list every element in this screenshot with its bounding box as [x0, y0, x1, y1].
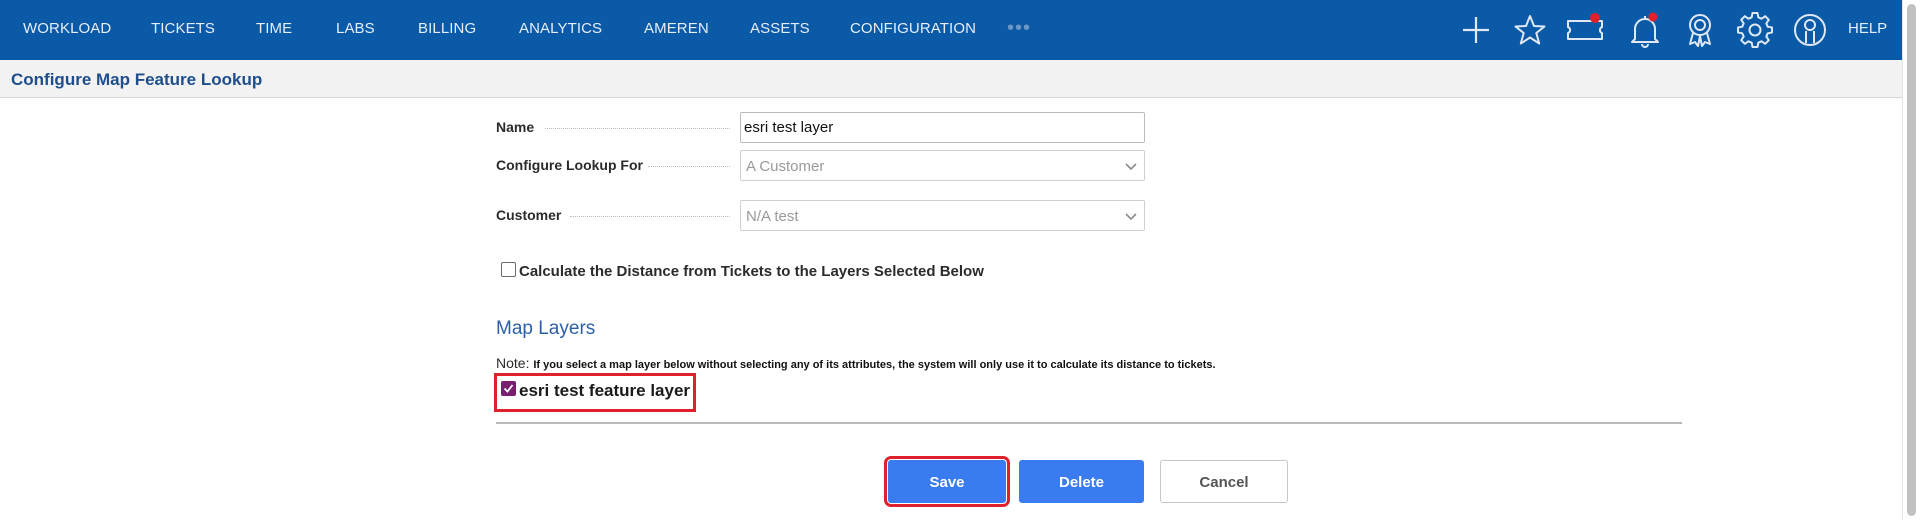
user-icon[interactable]: [1790, 10, 1830, 50]
nav-item-assets[interactable]: ASSETS: [750, 0, 810, 60]
nav-item-billing[interactable]: BILLING: [418, 0, 476, 60]
lookup-for-label: Configure Lookup For: [496, 157, 643, 173]
nav-item-tickets[interactable]: TICKETS: [151, 0, 215, 60]
map-layers-note: Note: If you select a map layer below wi…: [496, 355, 1216, 371]
star-icon[interactable]: [1510, 10, 1550, 50]
ticket-icon[interactable]: [1565, 10, 1605, 50]
calculate-distance-label[interactable]: Calculate the Distance from Tickets to t…: [519, 263, 984, 280]
nav-item-ameren[interactable]: AMEREN: [644, 0, 709, 60]
layer-checkbox[interactable]: [501, 381, 516, 396]
help-link[interactable]: HELP: [1848, 0, 1887, 60]
delete-button[interactable]: Delete: [1019, 460, 1144, 503]
chevron-down-icon: [1124, 210, 1138, 222]
scrollbar-thumb[interactable]: [1907, 4, 1916, 516]
add-icon[interactable]: [1456, 10, 1496, 50]
page-header: Configure Map Feature Lookup: [0, 60, 1902, 98]
note-prefix: Note:: [496, 355, 530, 371]
nav-more-menu[interactable]: •••: [1007, 0, 1031, 60]
nav-item-workload[interactable]: WORKLOAD: [23, 0, 111, 60]
vertical-scrollbar[interactable]: [1902, 0, 1920, 520]
map-layers-title: Map Layers: [496, 318, 596, 339]
name-label: Name: [496, 119, 535, 135]
nav-item-labs[interactable]: LABS: [336, 0, 375, 60]
name-leader-line: [545, 128, 730, 129]
top-navigation-bar: WORKLOAD TICKETS TIME LABS BILLING ANALY…: [0, 0, 1902, 60]
save-button[interactable]: Save: [884, 456, 1010, 507]
nav-item-analytics[interactable]: ANALYTICS: [519, 0, 602, 60]
lookup-for-value: A Customer: [746, 158, 825, 175]
customer-label: Customer: [496, 207, 562, 223]
cancel-button[interactable]: Cancel: [1160, 460, 1288, 503]
customer-value: N/A test: [746, 208, 799, 225]
divider: [496, 422, 1682, 424]
gear-icon[interactable]: [1735, 10, 1775, 50]
award-icon[interactable]: [1680, 10, 1720, 50]
chevron-down-icon: [1124, 160, 1138, 172]
note-text: If you select a map layer below without …: [533, 359, 1216, 371]
layer-label[interactable]: esri test feature layer: [519, 381, 690, 401]
nav-item-configuration[interactable]: CONFIGURATION: [850, 0, 976, 60]
lookup-for-leader-line: [648, 166, 730, 167]
bell-icon[interactable]: [1625, 10, 1665, 50]
calculate-distance-checkbox[interactable]: [501, 262, 516, 277]
name-field[interactable]: [740, 112, 1145, 143]
customer-select[interactable]: N/A test: [740, 200, 1145, 231]
customer-leader-line: [570, 216, 730, 217]
page-title: Configure Map Feature Lookup: [11, 70, 263, 89]
lookup-for-select[interactable]: A Customer: [740, 150, 1145, 181]
nav-item-time[interactable]: TIME: [256, 0, 292, 60]
